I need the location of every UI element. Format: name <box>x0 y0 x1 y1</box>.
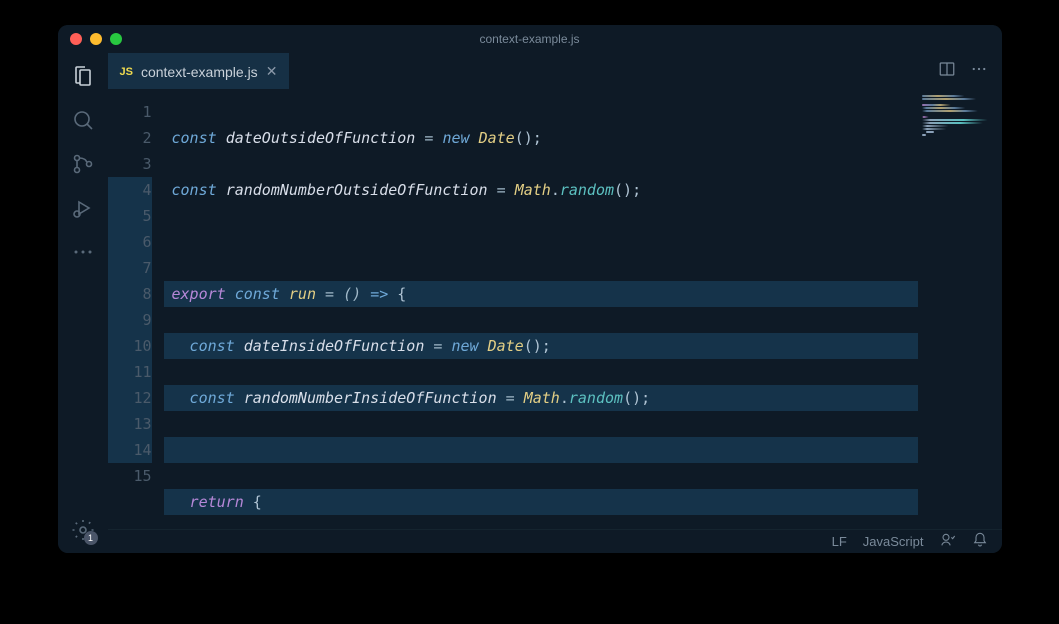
editor-window: context-example.js 1 <box>58 25 1002 553</box>
line-number: 9 <box>108 307 152 333</box>
more-icon[interactable] <box>70 239 96 265</box>
line-number: 3 <box>108 151 152 177</box>
line-number: 10 <box>108 333 152 359</box>
split-editor-icon[interactable] <box>938 60 956 83</box>
explorer-icon[interactable] <box>70 63 96 89</box>
statusbar: LF JavaScript <box>108 529 1002 553</box>
line-number: 4 <box>108 177 152 203</box>
line-number: 1 <box>108 99 152 125</box>
main-area: JS context-example.js ✕ 1234567891011121… <box>108 53 1002 553</box>
activity-bar: 1 <box>58 53 108 553</box>
line-number: 6 <box>108 229 152 255</box>
status-language[interactable]: JavaScript <box>863 534 924 549</box>
notifications-icon[interactable] <box>972 532 988 551</box>
tab-actions <box>938 60 1002 83</box>
minimize-window-button[interactable] <box>90 33 102 45</box>
titlebar: context-example.js <box>58 25 1002 53</box>
settings-badge: 1 <box>84 531 98 545</box>
line-number: 2 <box>108 125 152 151</box>
editor[interactable]: 123456789101112131415 const dateOutsideO… <box>108 89 1002 529</box>
feedback-icon[interactable] <box>940 532 956 551</box>
minimap[interactable] <box>918 89 1002 529</box>
close-tab-icon[interactable]: ✕ <box>266 63 278 80</box>
line-number: 14 <box>108 437 152 463</box>
debug-icon[interactable] <box>70 195 96 221</box>
tab-active[interactable]: JS context-example.js ✕ <box>108 53 290 89</box>
search-icon[interactable] <box>70 107 96 133</box>
source-control-icon[interactable] <box>70 151 96 177</box>
line-number: 13 <box>108 411 152 437</box>
more-actions-icon[interactable] <box>970 60 988 83</box>
traffic-lights <box>70 33 122 45</box>
code-area[interactable]: const dateOutsideOfFunction = new Date()… <box>164 89 918 529</box>
settings-icon[interactable]: 1 <box>70 517 96 543</box>
line-number: 8 <box>108 281 152 307</box>
tabs-row: JS context-example.js ✕ <box>108 53 1002 89</box>
line-number: 7 <box>108 255 152 281</box>
line-number: 12 <box>108 385 152 411</box>
status-eol[interactable]: LF <box>832 534 847 549</box>
window-title: context-example.js <box>479 32 579 46</box>
tab-label: context-example.js <box>141 64 258 80</box>
js-file-icon: JS <box>120 66 133 78</box>
line-number: 5 <box>108 203 152 229</box>
maximize-window-button[interactable] <box>110 33 122 45</box>
line-number: 11 <box>108 359 152 385</box>
line-gutter: 123456789101112131415 <box>108 89 164 529</box>
line-number: 15 <box>108 463 152 489</box>
close-window-button[interactable] <box>70 33 82 45</box>
editor-body: 1 JS context-example.js ✕ 12345678910111… <box>58 53 1002 553</box>
